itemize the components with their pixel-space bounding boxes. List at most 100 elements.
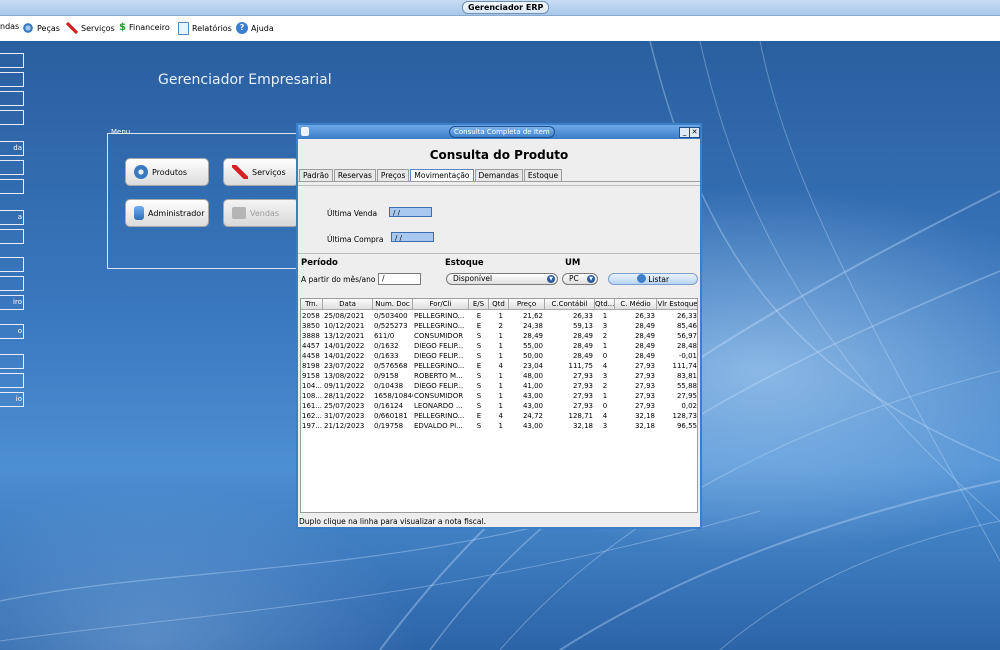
sidebar-item[interactable] xyxy=(0,276,24,291)
column-header-vlr-estoque[interactable]: Vlr Estoque xyxy=(657,299,697,310)
sidebar-item[interactable]: iro xyxy=(0,295,24,310)
um-select[interactable]: PC ▼ xyxy=(562,273,598,285)
tab-estoque[interactable]: Estoque xyxy=(523,169,563,181)
cell-es: E xyxy=(476,412,482,420)
table-row[interactable]: 104... 09/11/2022 0/10438 DIEGO FELIP... S 1 4… xyxy=(301,381,697,391)
cell-c-contabil: 27,93 xyxy=(572,372,593,380)
cell-trn: 161... xyxy=(302,402,323,410)
cell-c-contabil: 26,33 xyxy=(572,312,593,320)
tab-demandas[interactable]: Demandas xyxy=(474,169,523,181)
column-header-c-medio[interactable]: C. Médio xyxy=(615,299,657,310)
menu-item-pecas[interactable]: Peças xyxy=(22,22,60,34)
sidebar-item[interactable] xyxy=(0,91,24,106)
table-row[interactable]: 9158 13/08/2022 0/9158 ROBERTO M... S 1 48,00 2… xyxy=(301,371,697,381)
sidebar-item[interactable]: o xyxy=(0,324,24,339)
column-header-qtd[interactable]: Qtd xyxy=(489,299,509,310)
cell-es: E xyxy=(476,362,482,370)
tab-precos[interactable]: Preços xyxy=(376,169,410,181)
sidebar-item[interactable] xyxy=(0,160,24,175)
column-header-data[interactable]: Data xyxy=(323,299,373,310)
sidebar-item[interactable] xyxy=(0,229,24,244)
apartir-label: A partir do mês/ano xyxy=(301,275,376,284)
menu-item-servicos[interactable]: Serviços xyxy=(66,22,115,34)
column-header-num-doc[interactable]: Num. Doc xyxy=(373,299,413,310)
sidebar-item[interactable]: a xyxy=(0,210,24,225)
menu-item-vendas[interactable]: ndas xyxy=(0,22,19,31)
column-header-es[interactable]: E/S xyxy=(469,299,489,310)
help-icon: ? xyxy=(236,22,248,34)
ultima-compra-field[interactable]: / / xyxy=(391,232,434,242)
sidebar-item[interactable] xyxy=(0,179,24,194)
cell-qtd: 1 xyxy=(498,392,503,400)
tab-movimentacao[interactable]: Movimentação xyxy=(410,169,474,181)
sidebar-item[interactable]: da xyxy=(0,141,24,156)
column-header-trn[interactable]: Trn. xyxy=(301,299,323,310)
administrador-button[interactable]: Administrador xyxy=(125,199,209,227)
estoque-select[interactable]: Disponível ▼ xyxy=(446,273,558,285)
tag-icon xyxy=(232,207,246,219)
cell-es: S xyxy=(476,332,482,340)
cell-c-medio: 32,18 xyxy=(634,412,655,420)
column-header-for-cli[interactable]: For/Cli xyxy=(413,299,469,310)
cell-qtd: 1 xyxy=(498,372,503,380)
cell-c-medio: 27,93 xyxy=(634,392,655,400)
tab-padrao[interactable]: Padrão xyxy=(299,169,333,181)
wrench-icon xyxy=(232,165,248,179)
table-row[interactable]: 4457 14/01/2022 0/1632 DIEGO FELIP... S 1 55,0… xyxy=(301,341,697,351)
menu-item-relatorios[interactable]: Relatórios xyxy=(178,22,232,35)
column-header-preco[interactable]: Preço xyxy=(509,299,545,310)
cell-qtd-est: 0 xyxy=(602,402,608,410)
tab-reservas[interactable]: Reservas xyxy=(333,169,376,181)
sidebar-item[interactable] xyxy=(0,257,24,272)
cell-for-cli: DIEGO FELIP... xyxy=(414,382,464,390)
listar-button[interactable]: Listar xyxy=(608,273,698,285)
table-row[interactable]: 8198 23/07/2022 0/576568 PELLEGRINO... E 4 23,… xyxy=(301,361,697,371)
cell-num-doc: 0/503400 xyxy=(374,312,408,320)
cell-qtd-est: 3 xyxy=(602,422,608,430)
tab-divider xyxy=(298,181,700,182)
column-header-c-contabil[interactable]: C.Contábil xyxy=(545,299,595,310)
cell-for-cli: DIEGO FELIP... xyxy=(414,352,464,360)
table-row[interactable]: 4458 14/01/2022 0/1633 DIEGO FELIP... S 1 50,0… xyxy=(301,351,697,361)
cell-num-doc: 0/1633 xyxy=(374,352,399,360)
cell-qtd-est: 2 xyxy=(602,382,608,390)
sidebar-item[interactable] xyxy=(0,354,24,369)
cell-c-contabil: 128,71 xyxy=(568,412,594,420)
sidebar-item[interactable]: io xyxy=(0,392,24,407)
cell-vlr-estoque: 128,73 xyxy=(672,412,698,420)
table-row[interactable]: 2058 25/08/2021 0/503400 PELLEGRINO... E 1 21,… xyxy=(301,311,697,321)
sidebar-item[interactable] xyxy=(0,53,24,68)
apartir-input[interactable]: / xyxy=(378,273,421,285)
menu-item-financeiro[interactable]: $ Financeiro xyxy=(119,22,170,33)
cell-preco: 55,00 xyxy=(522,342,543,350)
menu-item-label: Ajuda xyxy=(251,23,274,33)
cell-vlr-estoque: 55,88 xyxy=(676,382,697,390)
cell-es: S xyxy=(476,352,482,360)
menu-item-ajuda[interactable]: ? Ajuda xyxy=(236,22,274,34)
um-select-value: PC xyxy=(569,274,579,283)
table-row[interactable]: 162... 31/07/2023 0/660181 PELLEGRINO... E 4 2… xyxy=(301,411,698,421)
table-row[interactable]: 3850 10/12/2021 0/525273 PELLEGRINO... E 2 24,… xyxy=(301,321,697,331)
cell-num-doc: 0/19758 xyxy=(374,422,404,430)
wrench-icon xyxy=(66,22,78,34)
table-row[interactable]: 161... 25/07/2023 0/16124 LEONARDO ... S 1 43,… xyxy=(301,401,697,411)
produtos-button[interactable]: Produtos xyxy=(125,158,209,186)
table-row[interactable]: 197... 21/12/2023 0/19758 EDVALDO PI... S 1 43… xyxy=(301,421,697,431)
dialog-title-bar[interactable]: Consulta Completa de Item _ ✕ xyxy=(298,125,700,139)
cell-trn: 9158 xyxy=(302,372,320,380)
cell-trn: 197... xyxy=(302,422,323,430)
cell-preco: 41,00 xyxy=(522,382,543,390)
table-row[interactable]: 108... 28/11/2022 1658/10846 CONSUMIDOR S 1 43… xyxy=(301,391,697,401)
ultima-venda-field[interactable]: / / xyxy=(389,207,432,217)
vendas-button[interactable]: Vendas xyxy=(223,199,299,227)
cell-c-medio: 28,49 xyxy=(634,332,655,340)
servicos-label: Serviços xyxy=(252,167,286,177)
sidebar-item[interactable] xyxy=(0,110,24,125)
cell-c-contabil: 32,18 xyxy=(572,422,593,430)
sidebar-item[interactable] xyxy=(0,373,24,388)
close-icon[interactable]: ✕ xyxy=(689,127,700,138)
table-row[interactable]: 3888 13/12/2021 611/0 CONSUMIDOR S 1 28,49 28,4… xyxy=(301,331,697,341)
sidebar-item[interactable] xyxy=(0,72,24,87)
servicos-button[interactable]: Serviços xyxy=(223,158,299,186)
column-header-qtd-est[interactable]: Qtd... xyxy=(595,299,615,310)
